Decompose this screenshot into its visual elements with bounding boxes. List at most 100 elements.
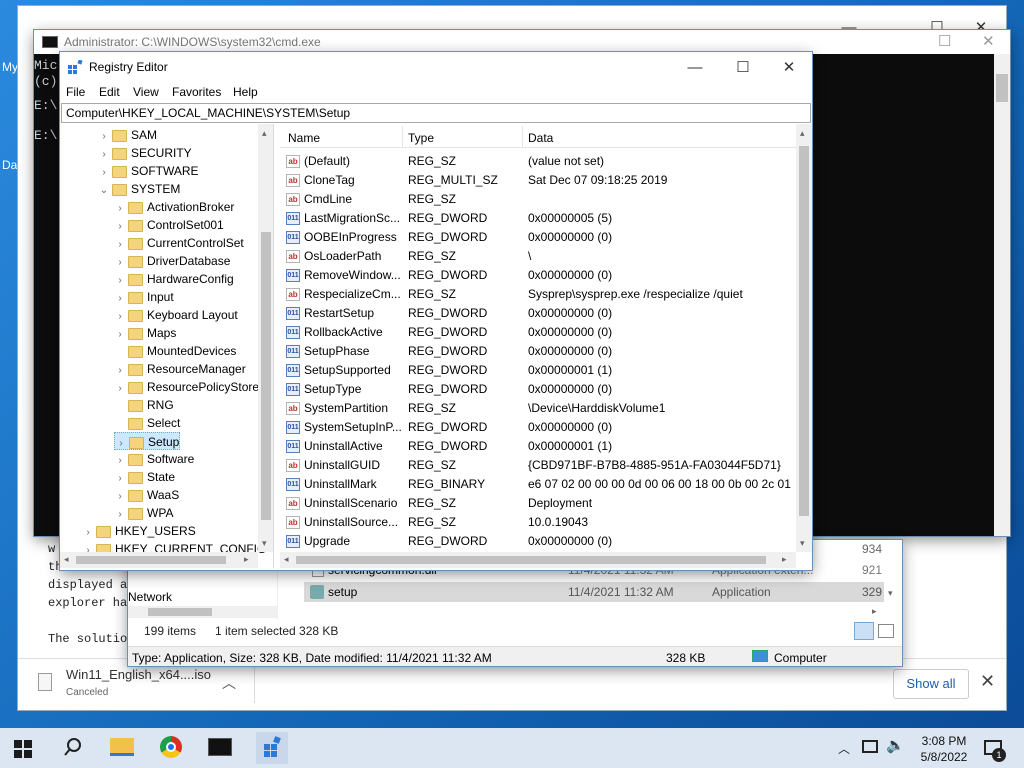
tree-item[interactable]: › State [114, 468, 175, 486]
chevron-down-icon[interactable]: ▾ [888, 588, 893, 599]
chevron-right-icon[interactable]: ▸ [872, 606, 877, 617]
nav-network[interactable]: Network [128, 590, 172, 604]
tree-hscrollbar[interactable]: ◂ ▸ [60, 552, 258, 568]
value-row[interactable]: 011 RemoveWindow... REG_DWORD 0x00000000 (0… [280, 266, 796, 285]
tree-item[interactable]: › Setup [114, 432, 181, 450]
chevron-down-icon[interactable]: ⌄ [98, 182, 110, 200]
tree-item[interactable]: RNG [114, 396, 174, 414]
tree-item[interactable]: › Input [114, 288, 173, 306]
tree-item[interactable]: › ControlSet001 [114, 216, 223, 234]
value-row[interactable]: 011 SetupPhase REG_DWORD 0x00000000 (0) [280, 342, 796, 361]
tree-item[interactable]: › SECURITY [98, 144, 191, 162]
menu-view[interactable]: View [133, 85, 159, 99]
value-row[interactable]: 011 SetupSupported REG_DWORD 0x00000001 (1) [280, 361, 796, 380]
tree-item[interactable]: › ResourcePolicyStore [114, 378, 259, 396]
tree-item[interactable]: ⌄ SYSTEM [98, 180, 181, 200]
cmd-taskbar-icon[interactable] [208, 738, 232, 756]
chevron-down-icon[interactable]: ▾ [262, 538, 267, 549]
value-row[interactable]: 011 SetupType REG_DWORD 0x00000000 (0) [280, 380, 796, 399]
address-bar[interactable]: Computer\HKEY_LOCAL_MACHINE\SYSTEM\Setup [61, 103, 811, 123]
values-scrollbar[interactable]: ▴ ▾ [796, 124, 812, 552]
chevron-left-icon[interactable]: ◂ [64, 554, 69, 565]
value-row[interactable]: ab UninstallSource... REG_SZ 10.0.19043 [280, 513, 796, 532]
value-row[interactable]: 011 SystemSetupInP... REG_DWORD 0x00000000 … [280, 418, 796, 437]
nav-scrollbar[interactable] [128, 606, 278, 618]
value-row[interactable]: ab SystemPartition REG_SZ \Device\HarddiskV… [280, 399, 796, 418]
chevron-up-icon[interactable]: ︿ [838, 740, 850, 757]
show-all-button[interactable]: Show all [893, 669, 969, 699]
file-row-selected[interactable]: setup 11/4/2021 11:32 AM Application 329 [304, 582, 884, 602]
tree-item[interactable]: › Software [114, 450, 194, 468]
tree-item[interactable]: › DriverDatabase [114, 252, 230, 270]
clock-time[interactable]: 3:08 PM [914, 734, 974, 748]
tree-item[interactable]: › HKEY_USERS [82, 522, 195, 540]
tree-item[interactable]: › Maps [114, 324, 176, 342]
scroll-thumb[interactable] [76, 556, 226, 564]
minimize-button[interactable]: — [672, 52, 718, 82]
menu-help[interactable]: Help [233, 85, 258, 99]
value-row[interactable]: 011 LastMigrationSc... REG_DWORD 0x00000005… [280, 209, 796, 228]
chevron-right-icon[interactable]: ▸ [244, 554, 249, 565]
tree-item[interactable]: MountedDevices [114, 342, 236, 360]
value-row[interactable]: 011 RollbackActive REG_DWORD 0x00000000 (0) [280, 323, 796, 342]
close-button[interactable]: ✕ [766, 52, 812, 82]
chevron-up-icon[interactable]: ︿ [222, 673, 236, 693]
chevron-down-icon[interactable]: ▾ [800, 538, 805, 549]
close-button[interactable]: ✕ [982, 32, 995, 50]
tree-item[interactable]: › WaaS [114, 486, 179, 504]
volume-icon[interactable]: 🔈 [886, 736, 905, 754]
value-row[interactable]: 011 RestartSetup REG_DWORD 0x00000000 (0) [280, 304, 796, 323]
cmd-scrollbar[interactable] [994, 54, 1010, 536]
details-view-icon[interactable] [854, 622, 874, 640]
tree-item[interactable]: › HardwareConfig [114, 270, 233, 288]
close-icon[interactable]: ✕ [980, 671, 995, 692]
file-explorer-icon[interactable] [110, 738, 134, 756]
values-hscrollbar[interactable]: ◂ ▸ [280, 552, 796, 568]
scroll-thumb[interactable] [296, 556, 766, 564]
value-row[interactable]: ab (Default) REG_SZ (value not set) [280, 152, 796, 171]
tree-item[interactable]: › SAM [98, 126, 157, 144]
value-row[interactable]: ab RespecializeCm... REG_SZ Sysprep\sysprep… [280, 285, 796, 304]
tree-item[interactable]: › ResourceManager [114, 360, 245, 378]
scroll-thumb[interactable] [261, 232, 271, 520]
value-row[interactable]: 011 UninstallMark REG_BINARY e6 07 02 00 00… [280, 475, 796, 494]
value-row[interactable]: ab CmdLine REG_SZ [280, 190, 796, 209]
tree-scrollbar[interactable]: ▴ ▾ [258, 124, 273, 552]
search-icon[interactable] [62, 736, 84, 758]
chevron-right-icon[interactable]: ▸ [782, 554, 787, 565]
scroll-thumb[interactable] [148, 608, 212, 616]
column-data[interactable]: Data [528, 131, 553, 145]
value-row[interactable]: ab UninstallScenario REG_SZ Deployment [280, 494, 796, 513]
column-name[interactable]: Name [288, 131, 320, 145]
chevron-up-icon[interactable]: ▴ [800, 128, 805, 139]
tree-item[interactable]: Select [114, 414, 180, 432]
download-filename[interactable]: Win11_English_x64....iso [66, 667, 211, 682]
desktop-icon-label[interactable]: My [2, 60, 18, 74]
value-row[interactable]: 011 Upgrade REG_DWORD 0x00000000 (0) [280, 532, 796, 551]
chevron-left-icon[interactable]: ◂ [284, 554, 289, 565]
tree-item[interactable]: › SOFTWARE [98, 162, 198, 180]
chrome-icon[interactable] [160, 736, 182, 758]
tree-item[interactable]: › ActivationBroker [114, 198, 234, 216]
value-row[interactable]: ab UninstallGUID REG_SZ {CBD971BF-B7B8-4885… [280, 456, 796, 475]
value-row[interactable]: 011 OOBEInProgress REG_DWORD 0x00000000 (0) [280, 228, 796, 247]
value-row[interactable]: 011 UninstallActive REG_DWORD 0x00000001 (1… [280, 437, 796, 456]
tree-item[interactable]: › Keyboard Layout [114, 306, 237, 324]
network-icon[interactable] [862, 740, 878, 753]
scroll-thumb[interactable] [996, 74, 1008, 102]
maximize-button[interactable]: ☐ [720, 52, 766, 82]
tree-item[interactable]: › WPA [114, 504, 173, 522]
value-row[interactable]: ab CloneTag REG_MULTI_SZ Sat Dec 07 09:18:2… [280, 171, 796, 190]
menu-file[interactable]: File [66, 85, 85, 99]
column-type[interactable]: Type [408, 131, 434, 145]
maximize-button[interactable]: ☐ [938, 32, 951, 50]
tree-item[interactable]: › CurrentControlSet [114, 234, 243, 252]
windows-start-icon[interactable] [14, 740, 32, 758]
regedit-taskbar-icon[interactable] [256, 732, 288, 764]
desktop-icon-label[interactable]: Da [2, 158, 17, 172]
menu-edit[interactable]: Edit [99, 85, 120, 99]
clock-date[interactable]: 5/8/2022 [914, 750, 974, 764]
chevron-up-icon[interactable]: ▴ [262, 128, 267, 139]
scroll-thumb[interactable] [799, 146, 809, 516]
large-icons-view-icon[interactable] [878, 624, 894, 638]
